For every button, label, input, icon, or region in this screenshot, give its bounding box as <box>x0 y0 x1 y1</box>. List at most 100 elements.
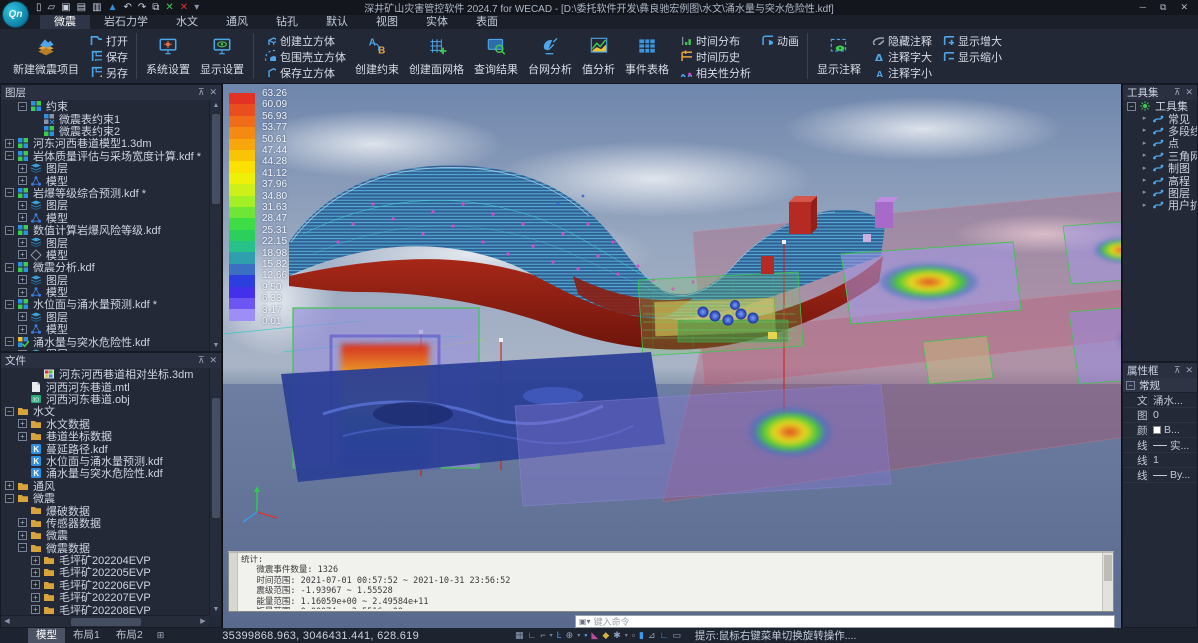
ribbon-button-动画[interactable]: 动画 <box>759 33 799 48</box>
contour-plate-bottom[interactable] <box>515 384 891 506</box>
ribbon-button-保存[interactable]: 保存 <box>88 49 128 64</box>
pin-icon[interactable]: ⊼ <box>1174 365 1181 376</box>
close-icon[interactable]: ✕ <box>209 87 217 98</box>
menu-tab-表面[interactable]: 表面 <box>462 15 512 29</box>
close-green-icon[interactable]: ✕ <box>165 3 173 13</box>
qa-dropdown-icon[interactable]: ▾ <box>194 3 199 13</box>
ribbon-button-另存[interactable]: 另存 <box>88 65 128 80</box>
ribbon-button-系统设置[interactable]: 系统设置 <box>141 32 195 78</box>
pin-icon[interactable]: ⊼ <box>1174 87 1181 98</box>
ucs-icon[interactable]: ∟ <box>660 628 669 643</box>
ribbon-button-注释字小[interactable]: A 注释字小 <box>870 65 932 80</box>
output-console[interactable]: 统计: 微震事件数量: 1326 时间范围: 2021-07-01 00:57:… <box>228 551 1114 612</box>
isolate-objects-icon[interactable]: ▫ <box>632 628 635 643</box>
expander-icon[interactable]: + <box>18 419 27 428</box>
expander-icon[interactable]: + <box>18 531 27 540</box>
ribbon-button-创建面网格[interactable]: 创建面网格 <box>404 32 469 78</box>
layer-tree-item[interactable]: + 图层 <box>1 311 209 323</box>
ribbon-button-显示增大[interactable]: 显示增大 <box>940 33 1002 48</box>
expander-icon[interactable]: + <box>5 139 14 148</box>
ribbon-button-隐藏注释[interactable]: 隐藏注释 <box>870 33 932 48</box>
menu-tab-实体[interactable]: 实体 <box>412 15 462 29</box>
ribbon-button-值分析[interactable]: 值分析 <box>577 32 620 78</box>
settings-gear-icon[interactable]: ✱ <box>613 628 621 643</box>
file-tree-item[interactable]: + 传感器数据 <box>1 517 209 529</box>
snap-mode-icon[interactable]: ⌐ <box>540 628 545 643</box>
expander-icon[interactable]: + <box>18 432 27 441</box>
minimize-button[interactable]: ─ <box>1140 2 1146 13</box>
save-all-icon[interactable]: ▤ <box>77 3 86 13</box>
expander-icon[interactable]: − <box>5 494 14 503</box>
layer-tree-item[interactable]: − 涌水量与突水危险性.kdf <box>1 335 209 347</box>
expander-icon[interactable]: + <box>18 176 27 185</box>
layer-tree-item[interactable]: + 图层 <box>1 199 209 211</box>
files-scrollbar[interactable]: ▼ <box>209 368 221 615</box>
ribbon-button-显示设置[interactable]: 显示设置 <box>195 32 249 78</box>
layers-scrollbar[interactable]: ▲ ▼ <box>209 100 221 351</box>
property-row[interactable]: 颜... B... <box>1123 423 1197 438</box>
expander-icon[interactable]: + <box>18 238 27 247</box>
layer-tree-item[interactable]: − 岩爆等级综合预测.kdf * <box>1 187 209 199</box>
brand-icon[interactable]: ▲ <box>108 3 118 13</box>
expander-icon[interactable]: − <box>5 263 14 272</box>
close-icon[interactable]: ✕ <box>1185 87 1193 98</box>
ribbon-button-注释字大[interactable]: A 注释字大 <box>870 49 932 64</box>
ribbon-button-创建立方体[interactable]: 创建立方体 <box>262 33 346 48</box>
ortho-mode-icon[interactable]: ⊕ <box>566 628 574 643</box>
expander-icon[interactable]: + <box>18 312 27 321</box>
clean-screen-icon[interactable]: ⊿ <box>648 628 656 643</box>
expander-icon[interactable]: + <box>31 568 40 577</box>
close-icon[interactable]: ✕ <box>209 355 217 366</box>
expander-icon[interactable]: + <box>31 556 40 565</box>
layer-tree-item[interactable]: − 水位面与涌水量预测.kdf * <box>1 298 209 310</box>
property-row[interactable]: 文... 涌水... <box>1123 393 1197 408</box>
layer-tree-item[interactable]: + 图层 <box>1 273 209 285</box>
expander-icon[interactable]: + <box>31 580 40 589</box>
app-logo[interactable]: Qn <box>2 1 29 28</box>
close-red-icon[interactable]: ✕ <box>180 3 188 13</box>
expander-icon[interactable]: − <box>5 188 14 197</box>
annotation-scale-icon[interactable]: ◆ <box>602 628 609 643</box>
ribbon-button-事件表格[interactable]: 事件表格 <box>620 32 674 78</box>
expander-icon[interactable]: + <box>18 213 27 222</box>
files-horizontal-scrollbar[interactable]: ◀ ▶ <box>1 615 209 627</box>
file-tree-item[interactable]: − 水文 <box>1 405 209 417</box>
console-side-tab[interactable] <box>229 553 238 611</box>
expander-icon[interactable]: + <box>18 275 27 284</box>
scroll-up-icon[interactable]: ▲ <box>210 100 222 111</box>
menu-tab-钻孔[interactable]: 钻孔 <box>262 15 312 29</box>
expander-icon[interactable]: − <box>5 151 14 160</box>
expander-icon[interactable]: + <box>18 518 27 527</box>
expander-icon[interactable]: ▸ <box>1140 188 1149 197</box>
layout-tab-布局2[interactable]: 布局2 <box>108 628 151 643</box>
file-tree-item[interactable]: − 微震 <box>1 492 209 504</box>
ribbon-button-新建微震项目[interactable]: 新建微震项目 <box>8 32 84 78</box>
object-snap-icon[interactable]: ◣ <box>591 628 598 643</box>
stope-wireframe-cluster[interactable] <box>638 272 803 356</box>
toolset-tree-item[interactable]: ▸ 用户扩展 <box>1123 199 1197 211</box>
open-file-icon[interactable]: ▱ <box>48 3 56 13</box>
ribbon-button-台网分析[interactable]: 台网分析 <box>523 32 577 78</box>
expander-icon[interactable]: − <box>5 226 14 235</box>
expander-icon[interactable]: + <box>18 201 27 210</box>
ribbon-button-显示缩小[interactable]: 显示缩小 <box>940 49 1002 64</box>
pin-icon[interactable]: ⊼ <box>198 87 205 98</box>
expander-icon[interactable]: ▸ <box>1140 114 1149 123</box>
menu-tab-水文[interactable]: 水文 <box>162 15 212 29</box>
expander-icon[interactable]: + <box>18 164 27 173</box>
redo-icon[interactable]: ↷ <box>138 3 146 13</box>
expander-icon[interactable]: − <box>1127 102 1136 111</box>
expander-icon[interactable]: ▸ <box>1140 164 1149 173</box>
polar-tracking-icon[interactable]: ▪ <box>584 628 587 643</box>
expander-icon[interactable]: + <box>18 250 27 259</box>
expander-icon[interactable]: + <box>5 481 14 490</box>
expander-icon[interactable]: + <box>31 593 40 602</box>
menu-tab-视图[interactable]: 视图 <box>362 15 412 29</box>
layout-tab-模型[interactable]: 模型 <box>28 628 65 643</box>
expander-icon[interactable]: ▸ <box>1140 151 1149 160</box>
menu-tab-通风[interactable]: 通风 <box>212 15 262 29</box>
scroll-left-icon[interactable]: ◀ <box>1 616 13 628</box>
new-file-icon[interactable]: ▯ <box>36 3 42 13</box>
undo-icon[interactable]: ↶ <box>123 3 131 13</box>
property-row[interactable]: 线... 1 <box>1123 453 1197 468</box>
